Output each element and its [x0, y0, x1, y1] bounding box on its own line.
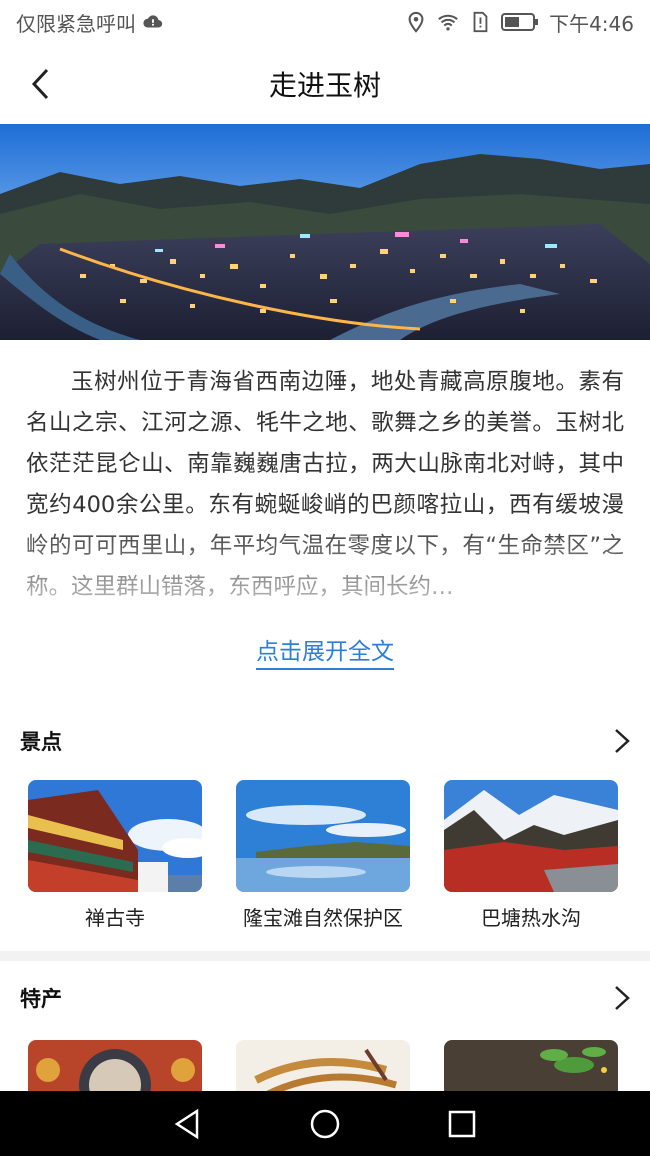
system-nav-bar — [0, 1091, 650, 1156]
battery-icon — [501, 13, 539, 31]
app-header: 走进玉树 — [0, 44, 650, 124]
status-bar: 仅限紧急呼叫 下午4:46 — [0, 0, 650, 44]
chevron-right-icon[interactable] — [610, 726, 634, 756]
hero-image-yushu-city — [0, 124, 650, 340]
attraction-label: 巴塘热水沟 — [481, 906, 581, 930]
specialties-title: 特产 — [20, 987, 62, 1011]
attraction-label: 禅古寺 — [85, 906, 145, 930]
page-title: 走进玉树 — [268, 69, 381, 102]
carrier-text: 仅限紧急呼叫 — [16, 11, 136, 36]
attraction-card[interactable]: 隆宝滩自然保护区 — [236, 780, 410, 931]
expand-full-text: 点击展开全文 — [0, 632, 650, 670]
attractions-header: 景点 — [20, 721, 634, 761]
hero-cityscape-illustration — [0, 124, 650, 340]
back-arrow-icon[interactable] — [22, 64, 62, 104]
chevron-right-icon[interactable] — [610, 983, 634, 1013]
intro-fade-overlay — [0, 520, 650, 620]
location-icon — [408, 11, 424, 33]
cloud-icon — [143, 15, 163, 28]
expand-link[interactable]: 点击展开全文 — [256, 639, 394, 670]
attraction-label: 隆宝滩自然保护区 — [243, 906, 403, 930]
attractions-title: 景点 — [20, 730, 62, 754]
nav-recents-icon[interactable] — [445, 1107, 479, 1141]
nav-back-icon[interactable] — [171, 1107, 205, 1141]
status-left: 仅限紧急呼叫 — [16, 8, 164, 37]
section-divider — [0, 951, 650, 961]
lake-thumbnail — [236, 780, 410, 892]
specialties-header: 特产 — [20, 978, 634, 1018]
valley-thumbnail — [444, 780, 618, 892]
wifi-icon — [438, 14, 458, 31]
temple-thumbnail — [28, 780, 202, 892]
clock-text: 下午4:46 — [549, 11, 634, 36]
nav-home-icon[interactable] — [308, 1107, 342, 1141]
attraction-card[interactable]: 禅古寺 — [28, 780, 202, 931]
sim-alert-icon — [473, 11, 488, 33]
status-right: 下午4:46 — [405, 8, 634, 37]
attraction-card[interactable]: 巴塘热水沟 — [444, 780, 618, 931]
